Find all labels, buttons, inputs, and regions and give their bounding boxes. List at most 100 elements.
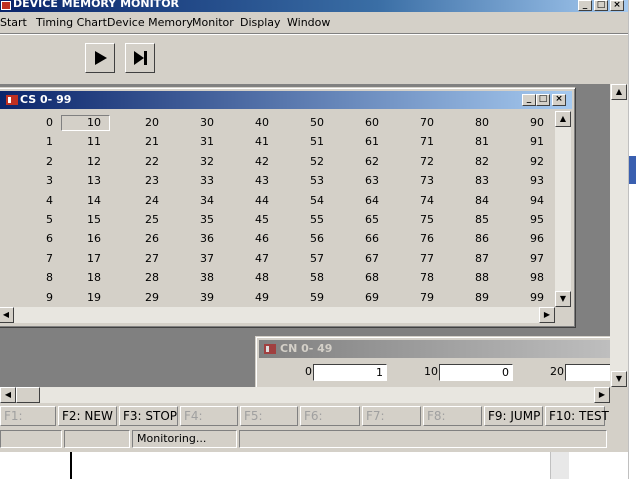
- cs-cell[interactable]: 64: [335, 194, 379, 208]
- cs-cell[interactable]: 39: [170, 291, 214, 305]
- cs-cell[interactable]: 98: [500, 271, 544, 285]
- cs-cell[interactable]: 83: [445, 174, 489, 188]
- cs-cell[interactable]: 41: [225, 135, 269, 149]
- cs-cell[interactable]: 61: [335, 135, 379, 149]
- cs-cell[interactable]: 82: [445, 155, 489, 169]
- mdi-horizontal-scrollbar[interactable]: ◀ ▶: [0, 387, 610, 403]
- function-key-f6[interactable]: F6:: [300, 406, 360, 426]
- cs-cell[interactable]: 91: [500, 135, 544, 149]
- scroll-up-arrow-icon[interactable]: ▲: [611, 84, 627, 100]
- minimize-button[interactable]: _: [578, 0, 592, 11]
- cs-cell[interactable]: 85: [445, 213, 489, 227]
- cs-cell[interactable]: 88: [445, 271, 489, 285]
- cs-cell[interactable]: 84: [445, 194, 489, 208]
- cs-cell[interactable]: 16: [57, 232, 101, 246]
- menu-start[interactable]: Start: [0, 16, 27, 29]
- cs-close-button[interactable]: ×: [552, 94, 566, 106]
- cs-cell[interactable]: 12: [57, 155, 101, 169]
- cn-field-0[interactable]: 1: [313, 364, 387, 381]
- cs-cell[interactable]: 10: [57, 116, 101, 130]
- cs-cell[interactable]: 69: [335, 291, 379, 305]
- scroll-down-arrow-icon[interactable]: ▼: [611, 371, 627, 387]
- cs-cell[interactable]: 92: [500, 155, 544, 169]
- function-key-f4[interactable]: F4:: [180, 406, 238, 426]
- cs-cell[interactable]: 72: [390, 155, 434, 169]
- cs-cell[interactable]: 70: [390, 116, 434, 130]
- cs-cell[interactable]: 32: [170, 155, 214, 169]
- cs-cell[interactable]: 94: [500, 194, 544, 208]
- function-key-f2[interactable]: F2: NEW: [58, 406, 117, 426]
- cs-cell[interactable]: 97: [500, 252, 544, 266]
- cs-cell[interactable]: 52: [280, 155, 324, 169]
- cs-cell[interactable]: 46: [225, 232, 269, 246]
- cs-cell[interactable]: 49: [225, 291, 269, 305]
- cs-minimize-button[interactable]: _: [522, 94, 536, 106]
- cs-cell[interactable]: 35: [170, 213, 214, 227]
- cs-cell[interactable]: 87: [445, 252, 489, 266]
- cs-cell[interactable]: 14: [57, 194, 101, 208]
- scroll-right-arrow-icon[interactable]: ▶: [539, 307, 555, 323]
- cs-cell[interactable]: 11: [57, 135, 101, 149]
- cn-field-10[interactable]: 0: [439, 364, 513, 381]
- cs-cell[interactable]: 79: [390, 291, 434, 305]
- cs-cell[interactable]: 28: [115, 271, 159, 285]
- cs-cell[interactable]: 20: [115, 116, 159, 130]
- cs-cell[interactable]: 71: [390, 135, 434, 149]
- cs-cell[interactable]: 15: [57, 213, 101, 227]
- cs-cell[interactable]: 24: [115, 194, 159, 208]
- cs-cell[interactable]: 54: [280, 194, 324, 208]
- cs-cell[interactable]: 44: [225, 194, 269, 208]
- cs-maximize-button[interactable]: □: [536, 94, 550, 106]
- cs-cell[interactable]: 34: [170, 194, 214, 208]
- cs-cell[interactable]: 48: [225, 271, 269, 285]
- cs-cell[interactable]: 18: [57, 271, 101, 285]
- app-title-bar[interactable]: DEVICE MEMORY MONITOR _ □ ×: [0, 0, 628, 12]
- scroll-right-arrow-icon[interactable]: ▶: [594, 387, 610, 403]
- cs-cell[interactable]: 68: [335, 271, 379, 285]
- scroll-left-arrow-icon[interactable]: ◀: [0, 387, 16, 403]
- scroll-thumb[interactable]: [16, 387, 40, 403]
- run-button[interactable]: [85, 43, 115, 73]
- function-key-f1[interactable]: F1:: [0, 406, 56, 426]
- cs-cell[interactable]: 55: [280, 213, 324, 227]
- cs-cell[interactable]: 42: [225, 155, 269, 169]
- cs-cell[interactable]: 65: [335, 213, 379, 227]
- cs-cell[interactable]: 36: [170, 232, 214, 246]
- function-key-f8[interactable]: F8:: [423, 406, 482, 426]
- cs-cell[interactable]: 56: [280, 232, 324, 246]
- cs-cell[interactable]: 63: [335, 174, 379, 188]
- menu-device-memory[interactable]: Device Memory: [107, 16, 193, 29]
- menu-monitor[interactable]: Monitor: [192, 16, 234, 29]
- cs-vertical-scrollbar[interactable]: ▲ ▼: [555, 111, 571, 307]
- cs-cell[interactable]: 27: [115, 252, 159, 266]
- mdi-vertical-scrollbar[interactable]: ▲ ▼: [610, 84, 628, 387]
- function-key-f7[interactable]: F7:: [362, 406, 421, 426]
- cs-cell[interactable]: 22: [115, 155, 159, 169]
- scroll-up-arrow-icon[interactable]: ▲: [555, 111, 571, 127]
- cs-cell[interactable]: 37: [170, 252, 214, 266]
- function-key-f3[interactable]: F3: STOP: [119, 406, 178, 426]
- cs-cell[interactable]: 99: [500, 291, 544, 305]
- cs-cell[interactable]: 51: [280, 135, 324, 149]
- cs-cell[interactable]: 90: [500, 116, 544, 130]
- cs-cell[interactable]: 62: [335, 155, 379, 169]
- cs-cell[interactable]: 43: [225, 174, 269, 188]
- cs-cell[interactable]: 67: [335, 252, 379, 266]
- cs-cell[interactable]: 45: [225, 213, 269, 227]
- close-button[interactable]: ×: [610, 0, 624, 11]
- cs-cell[interactable]: 13: [57, 174, 101, 188]
- cs-cell[interactable]: 93: [500, 174, 544, 188]
- cs-cell[interactable]: 50: [280, 116, 324, 130]
- cs-cell[interactable]: 59: [280, 291, 324, 305]
- cs-cell[interactable]: 58: [280, 271, 324, 285]
- cs-cell[interactable]: 89: [445, 291, 489, 305]
- cs-cell[interactable]: 33: [170, 174, 214, 188]
- cs-horizontal-scrollbar[interactable]: ◀ ▶: [0, 307, 555, 323]
- scroll-down-arrow-icon[interactable]: ▼: [555, 291, 571, 307]
- scroll-left-arrow-icon[interactable]: ◀: [0, 307, 14, 323]
- cs-cell[interactable]: 21: [115, 135, 159, 149]
- cs-cell[interactable]: 73: [390, 174, 434, 188]
- cs-cell[interactable]: 30: [170, 116, 214, 130]
- cs-cell[interactable]: 76: [390, 232, 434, 246]
- cs-cell[interactable]: 26: [115, 232, 159, 246]
